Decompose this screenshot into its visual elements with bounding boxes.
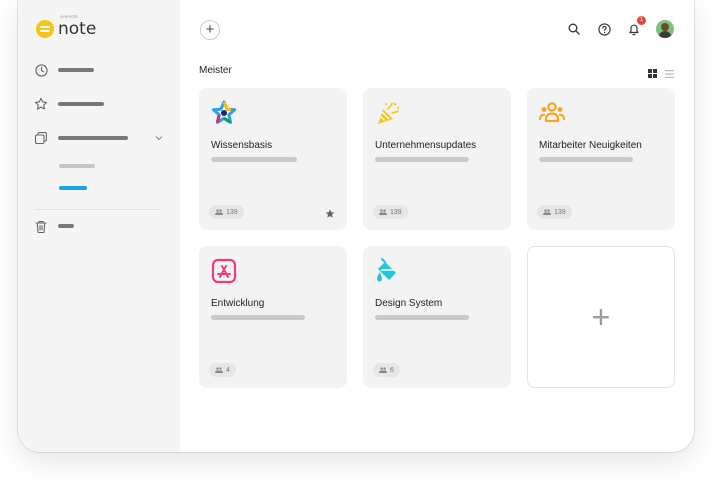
members-icon bbox=[543, 209, 551, 215]
search-icon[interactable] bbox=[566, 21, 582, 37]
logo-icon bbox=[36, 20, 54, 38]
notification-badge: 1 bbox=[637, 16, 646, 25]
favorite-star-icon[interactable] bbox=[325, 206, 335, 218]
members-badge: 139 bbox=[537, 205, 572, 219]
sidebar-item-label-placeholder bbox=[58, 136, 128, 140]
members-badge: 139 bbox=[209, 205, 244, 219]
help-icon[interactable] bbox=[596, 21, 612, 37]
clock-icon bbox=[34, 63, 48, 77]
star-icon bbox=[211, 100, 237, 126]
main-content: + 1 Meister Wissensbasis 139 Unternehmen… bbox=[180, 0, 694, 452]
logo[interactable]: evernote note bbox=[36, 14, 97, 39]
app-store-icon bbox=[211, 258, 237, 284]
sidebar-item-spaces[interactable] bbox=[34, 131, 166, 145]
chevron-down-icon[interactable] bbox=[152, 131, 166, 145]
members-badge: 139 bbox=[373, 205, 408, 219]
section-title: Meister bbox=[199, 65, 232, 76]
sidebar-item-trash[interactable] bbox=[34, 219, 74, 233]
space-card[interactable]: Wissensbasis 139 bbox=[199, 88, 347, 230]
card-description-placeholder bbox=[375, 315, 469, 320]
card-title: Mitarbeiter Neuigkeiten bbox=[539, 140, 642, 151]
trash-icon bbox=[34, 219, 48, 233]
party-popper-icon bbox=[375, 100, 401, 126]
avatar[interactable] bbox=[656, 20, 674, 38]
card-title: Wissensbasis bbox=[211, 140, 273, 151]
add-button[interactable]: + bbox=[200, 20, 220, 40]
stack-icon bbox=[34, 131, 48, 145]
card-description-placeholder bbox=[539, 157, 633, 162]
bell-icon[interactable]: 1 bbox=[626, 16, 646, 37]
card-description-placeholder bbox=[211, 157, 297, 162]
paint-bucket-icon bbox=[375, 258, 401, 284]
members-badge: 6 bbox=[373, 363, 400, 377]
members-count: 6 bbox=[390, 366, 394, 374]
top-toolbar: 1 bbox=[566, 16, 674, 38]
app-name: note bbox=[58, 18, 97, 39]
sidebar: evernote note bbox=[18, 0, 180, 452]
space-card[interactable]: Mitarbeiter Neuigkeiten 139 bbox=[527, 88, 675, 230]
card-title: Unternehmensupdates bbox=[375, 140, 477, 151]
grid-view-icon[interactable] bbox=[648, 65, 657, 83]
members-count: 139 bbox=[554, 208, 566, 216]
view-toggle bbox=[648, 65, 674, 83]
members-icon bbox=[215, 367, 223, 373]
card-description-placeholder bbox=[211, 315, 305, 320]
space-card[interactable]: Unternehmensupdates 139 bbox=[363, 88, 511, 230]
sidebar-item-label-placeholder bbox=[58, 102, 104, 106]
card-title: Design System bbox=[375, 298, 443, 309]
members-badge: 4 bbox=[209, 363, 236, 377]
star-outline-icon bbox=[34, 97, 48, 111]
new-space-card[interactable]: + bbox=[527, 246, 675, 388]
sidebar-item-label-placeholder bbox=[58, 68, 94, 72]
sidebar-item-favorites[interactable] bbox=[34, 97, 104, 111]
space-card[interactable]: Design System 6 bbox=[363, 246, 511, 388]
sidebar-item-recent[interactable] bbox=[34, 63, 94, 77]
sidebar-subitem-active[interactable] bbox=[59, 186, 87, 190]
sidebar-subitem[interactable] bbox=[59, 164, 95, 168]
card-title: Entwicklung bbox=[211, 298, 265, 309]
members-icon bbox=[379, 209, 387, 215]
members-icon bbox=[215, 209, 223, 215]
logo-brand-tiny: evernote bbox=[60, 13, 78, 19]
logo-text: evernote note bbox=[58, 14, 97, 39]
list-view-icon[interactable] bbox=[665, 65, 674, 83]
plus-icon: + bbox=[591, 299, 611, 335]
app-window: evernote note + 1 Meister Wissensbasis 1… bbox=[18, 0, 694, 452]
members-count: 139 bbox=[226, 208, 238, 216]
members-count: 139 bbox=[390, 208, 402, 216]
space-card[interactable]: Entwicklung 4 bbox=[199, 246, 347, 388]
sidebar-divider bbox=[34, 209, 160, 210]
sidebar-item-label-placeholder bbox=[58, 224, 74, 228]
members-icon bbox=[379, 367, 387, 373]
card-description-placeholder bbox=[375, 157, 469, 162]
people-icon bbox=[538, 100, 566, 126]
members-count: 4 bbox=[226, 366, 230, 374]
